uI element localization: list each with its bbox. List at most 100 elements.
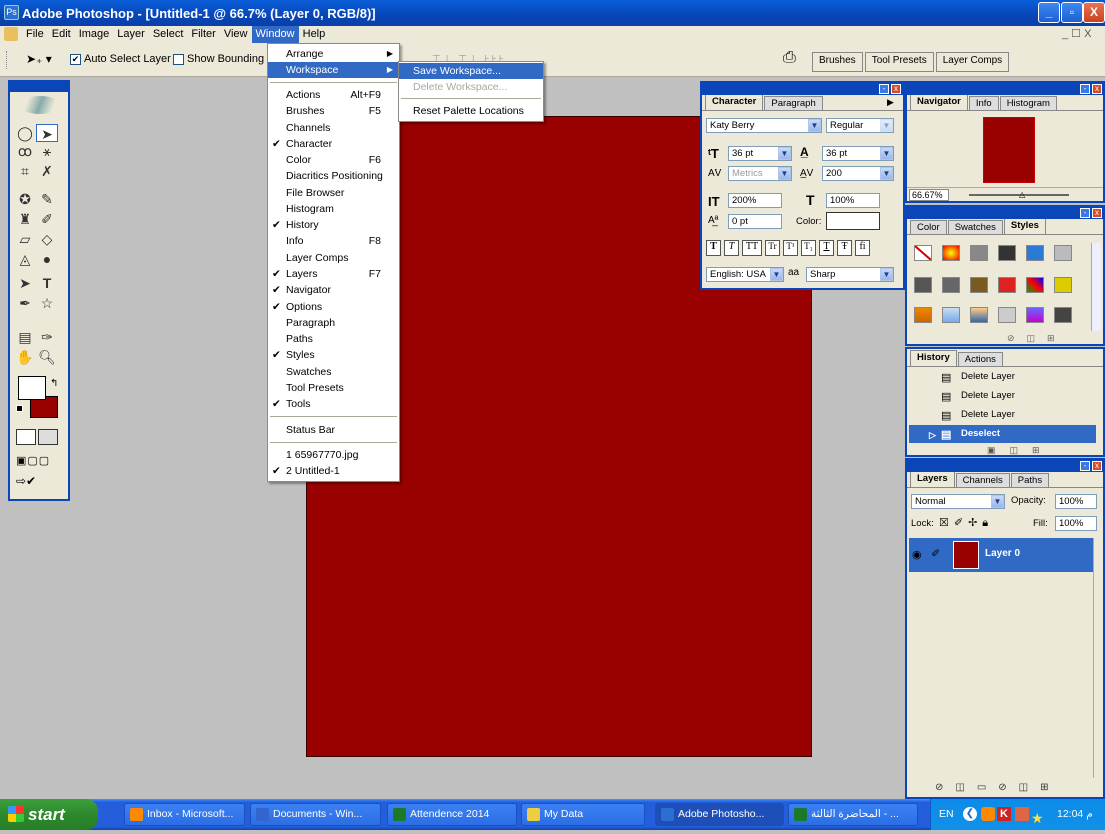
zoom-slider-handle-icon[interactable]: △: [1019, 190, 1025, 199]
tab-layers[interactable]: Layers: [910, 471, 955, 487]
history-row[interactable]: ▤ Delete Layer: [909, 387, 1096, 405]
clone-stamp-tool-icon[interactable]: ♜: [14, 210, 36, 228]
show-bounding-box-option[interactable]: Show Bounding Bo: [173, 53, 281, 65]
subscript-button[interactable]: T₁: [801, 240, 816, 256]
style-swatch[interactable]: [998, 277, 1016, 293]
path-selection-tool-icon[interactable]: ➤: [14, 274, 36, 292]
menu-item-actions[interactable]: Actions Alt+F9: [268, 87, 399, 103]
menu-item-file-browser[interactable]: File Browser: [268, 185, 399, 201]
crop-tool-icon[interactable]: ⌗: [14, 162, 36, 180]
style-swatch[interactable]: [998, 245, 1016, 261]
swap-colors-icon[interactable]: ↰: [50, 378, 58, 389]
style-swatch[interactable]: [942, 307, 960, 323]
tab-channels[interactable]: Channels: [955, 473, 1010, 487]
zoom-level-input[interactable]: 66.67%: [909, 189, 949, 201]
menu-item-color[interactable]: Color F6: [268, 152, 399, 168]
history-brush-tool-icon[interactable]: ✐: [36, 210, 58, 228]
text-color-swatch[interactable]: [826, 212, 880, 230]
foreground-color-swatch[interactable]: [18, 376, 46, 400]
tab-paths[interactable]: Paths: [1010, 473, 1050, 487]
minimize-palette-icon[interactable]: -: [1080, 461, 1090, 471]
paint-bucket-tool-icon[interactable]: ◇: [36, 230, 58, 248]
style-swatch[interactable]: [1054, 277, 1072, 293]
style-swatch[interactable]: [1026, 277, 1044, 293]
strikethrough-button[interactable]: Ŧ: [837, 240, 852, 256]
tab-histogram[interactable]: Histogram: [999, 96, 1057, 110]
auto-select-layer-option[interactable]: ✔ Auto Select Layer: [70, 53, 171, 65]
navigator-thumbnail[interactable]: [983, 117, 1035, 183]
layers-footer-icons[interactable]: ⊘◫▭⊘◫⊞: [935, 782, 1060, 793]
style-swatch[interactable]: [942, 277, 960, 293]
fill-input[interactable]: 100%: [1055, 516, 1097, 531]
eye-icon[interactable]: ◉: [912, 548, 922, 561]
auto-select-checkbox[interactable]: ✔: [70, 53, 81, 65]
menu-item-paragraph[interactable]: Paragraph: [268, 315, 399, 331]
faux-italic-button[interactable]: T: [724, 240, 739, 256]
minimize-palette-icon[interactable]: -: [1080, 208, 1090, 218]
vertical-scale-input[interactable]: 200%: [728, 193, 782, 208]
move-tool-icon[interactable]: ➤: [36, 124, 58, 142]
style-swatch[interactable]: [1026, 245, 1044, 261]
menu-file[interactable]: File: [22, 26, 48, 43]
menu-view[interactable]: View: [220, 26, 252, 43]
menu-edit[interactable]: Edit: [48, 26, 75, 43]
history-row[interactable]: ▤ Delete Layer: [909, 368, 1096, 386]
menu-filter[interactable]: Filter: [187, 26, 219, 43]
menu-item-info[interactable]: Info F8: [268, 233, 399, 249]
font-family-select[interactable]: Katy Berry: [706, 118, 822, 133]
magic-wand-tool-icon[interactable]: ⚹: [36, 142, 58, 160]
all-caps-button[interactable]: TT: [742, 240, 762, 256]
chevron-down-icon[interactable]: ▼: [880, 119, 893, 132]
menu-item-options[interactable]: ✔ Options: [268, 299, 399, 315]
tab-layer-comps[interactable]: Layer Comps: [935, 52, 1010, 72]
underline-button[interactable]: T: [819, 240, 834, 256]
pen-tool-icon[interactable]: ✒: [14, 294, 36, 312]
style-swatch[interactable]: [942, 245, 960, 261]
menu-layer[interactable]: Layer: [113, 26, 149, 43]
minimize-palette-icon[interactable]: -: [879, 84, 889, 94]
brush-link-icon[interactable]: ✐: [931, 547, 940, 560]
minimize-button[interactable]: _: [1038, 2, 1060, 23]
reset-palette-locations-item[interactable]: Reset Palette Locations: [399, 103, 543, 119]
layer-name[interactable]: Layer 0: [985, 548, 1020, 559]
type-tool-icon[interactable]: T: [36, 274, 58, 292]
menu-item-brushes[interactable]: Brushes F5: [268, 103, 399, 119]
menu-item-recent-file-1[interactable]: 1 65967770.jpg: [268, 447, 399, 463]
slice-tool-icon[interactable]: ✗: [36, 162, 58, 180]
chevron-down-icon[interactable]: ▼: [880, 147, 893, 160]
opacity-input[interactable]: 100%: [1055, 494, 1097, 509]
menu-item-workspace[interactable]: Workspace ▶: [268, 62, 399, 78]
feather-logo-icon[interactable]: [20, 96, 60, 114]
tab-tool-presets[interactable]: Tool Presets: [864, 52, 934, 72]
style-swatch[interactable]: [1054, 307, 1072, 323]
save-workspace-item[interactable]: Save Workspace...: [399, 63, 543, 79]
styles-footer-icons[interactable]: ⊘◫⊞: [1007, 333, 1067, 344]
style-swatch[interactable]: [914, 277, 932, 293]
tab-styles[interactable]: Styles: [1003, 218, 1046, 234]
eraser-tool-icon[interactable]: ▱: [14, 230, 36, 248]
menu-item-navigator[interactable]: ✔ Navigator: [268, 282, 399, 298]
menu-item-channels[interactable]: Channels: [268, 120, 399, 136]
menu-item-character[interactable]: ✔ Character: [268, 136, 399, 152]
menu-item-paths[interactable]: Paths: [268, 331, 399, 347]
healing-brush-tool-icon[interactable]: ✪: [14, 190, 36, 208]
menu-image[interactable]: Image: [75, 26, 114, 43]
default-colors-icon[interactable]: [16, 405, 23, 412]
palette-menu-arrow-icon[interactable]: ▶: [887, 97, 894, 108]
layers-scrollbar[interactable]: [1093, 538, 1103, 778]
taskbar-button-photoshop[interactable]: Adobe Photosho...: [655, 803, 784, 826]
tab-color[interactable]: Color: [910, 220, 947, 234]
menu-item-swatches[interactable]: Swatches: [268, 364, 399, 380]
eyedropper-tool-icon[interactable]: ✑: [36, 328, 58, 346]
network-icon[interactable]: [1015, 807, 1029, 821]
style-swatch-none[interactable]: [914, 245, 932, 261]
horizontal-scale-input[interactable]: 100%: [826, 193, 880, 208]
menu-item-tool-presets[interactable]: Tool Presets: [268, 380, 399, 396]
baseline-shift-input[interactable]: 0 pt: [728, 214, 782, 229]
language-indicator[interactable]: EN: [939, 799, 954, 830]
back-icon[interactable]: ❮: [963, 807, 977, 821]
menu-item-layers[interactable]: ✔ Layers F7: [268, 266, 399, 282]
tab-actions[interactable]: Actions: [957, 352, 1003, 366]
star-icon[interactable]: ★: [1031, 803, 1044, 834]
chevron-down-icon[interactable]: ▼: [880, 268, 893, 281]
